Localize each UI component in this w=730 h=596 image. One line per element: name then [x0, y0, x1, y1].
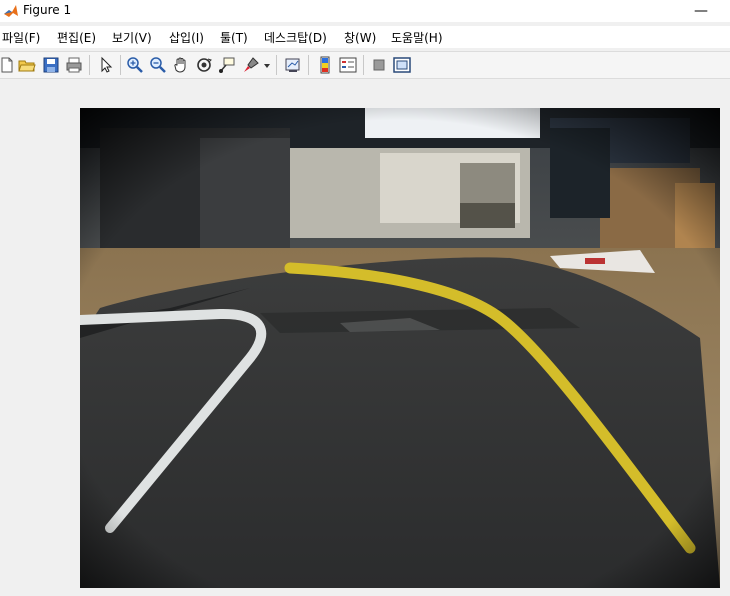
select-arrow-icon[interactable]: [97, 56, 115, 74]
toolbar-separator: [89, 55, 90, 75]
matlab-logo-icon: [4, 5, 18, 17]
legend-icon[interactable]: [339, 56, 357, 74]
zoom-in-icon[interactable]: [126, 56, 144, 74]
minimize-button[interactable]: —: [678, 0, 724, 22]
figure-image-axes[interactable]: [80, 108, 720, 588]
link-plot-icon[interactable]: [284, 56, 302, 74]
window-title: Figure 1: [23, 3, 72, 17]
pan-hand-icon[interactable]: [172, 56, 190, 74]
menu-bar: 파일(F) 편집(E) 보기(V) 삽입(I) 툴(T) 데스크탑(D) 창(W…: [0, 26, 730, 48]
toolbar-separator: [120, 55, 121, 75]
show-plot-tools-icon[interactable]: [393, 56, 411, 74]
zoom-out-icon[interactable]: [149, 56, 167, 74]
menu-tools[interactable]: 툴(T): [220, 29, 248, 46]
open-file-icon[interactable]: [18, 56, 36, 74]
menu-window[interactable]: 창(W): [344, 29, 376, 46]
minimize-icon: —: [694, 3, 708, 19]
data-cursor-icon[interactable]: [218, 56, 236, 74]
toolbar-separator: [363, 55, 364, 75]
save-icon[interactable]: [42, 56, 60, 74]
new-figure-icon[interactable]: [0, 56, 16, 74]
menu-view[interactable]: 보기(V): [112, 29, 152, 46]
toolbar-separator: [308, 55, 309, 75]
brush-icon[interactable]: [242, 56, 260, 74]
brush-dropdown-icon[interactable]: [262, 56, 272, 74]
menu-help[interactable]: 도움말(H): [391, 29, 443, 46]
figure-toolbar: [0, 51, 730, 79]
menu-insert[interactable]: 삽입(I): [169, 29, 204, 46]
rotate-3d-icon[interactable]: [195, 56, 213, 74]
camera-image: [80, 108, 720, 588]
menu-edit[interactable]: 편집(E): [57, 29, 96, 46]
menu-file[interactable]: 파일(F): [2, 29, 40, 46]
toolbar-separator: [276, 55, 277, 75]
hide-plot-tools-icon[interactable]: [370, 56, 388, 74]
colorbar-icon[interactable]: [316, 56, 334, 74]
print-icon[interactable]: [65, 56, 83, 74]
window-title-bar: Figure 1 —: [0, 0, 730, 22]
menu-desktop[interactable]: 데스크탑(D): [264, 29, 327, 46]
